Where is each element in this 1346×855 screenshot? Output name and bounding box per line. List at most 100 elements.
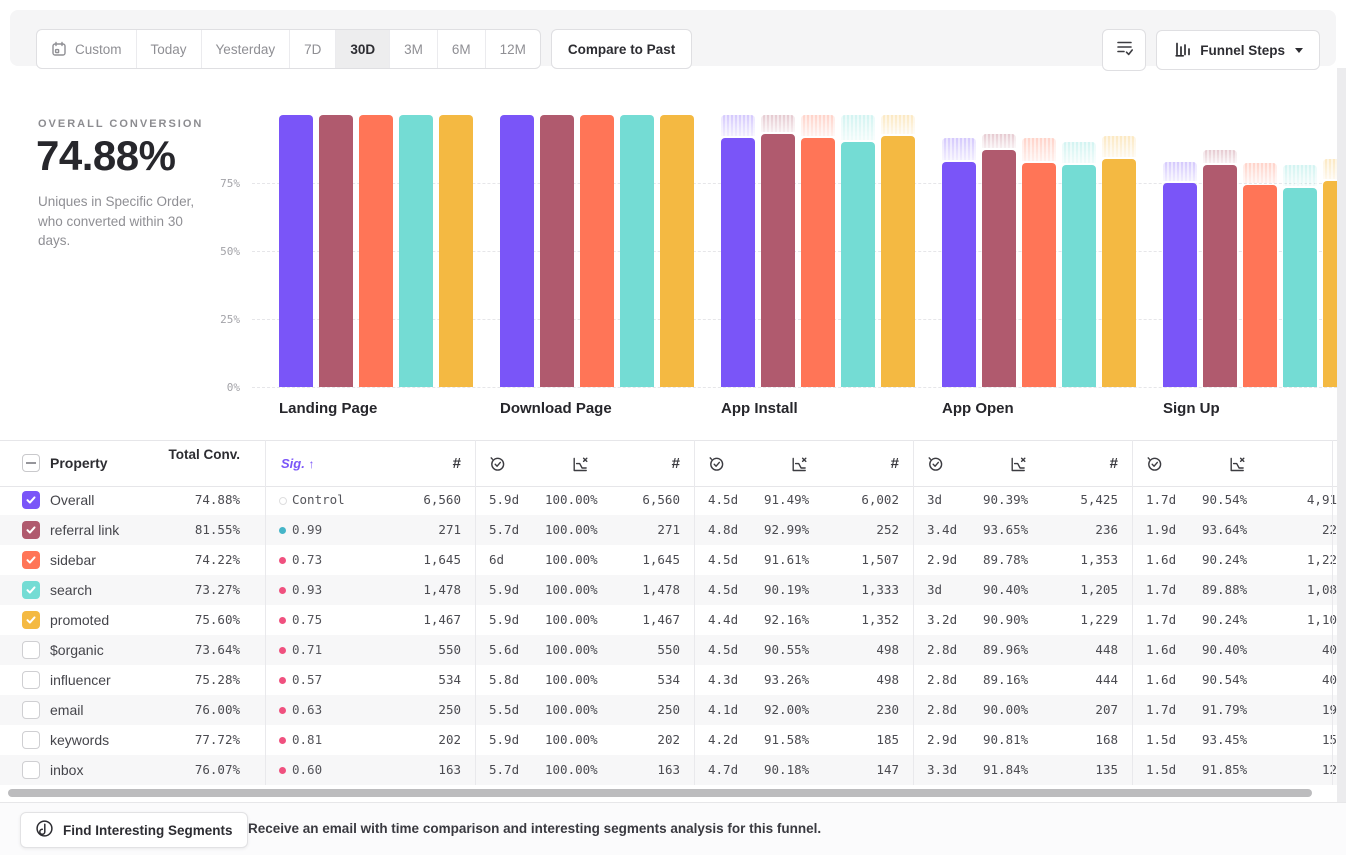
step-count: 163: [340, 755, 461, 785]
step-conversion-rate: 93.26%: [764, 665, 809, 695]
conversion-rate-icon[interactable]: [1009, 455, 1027, 473]
step-time-to-convert: 1.7d: [1146, 695, 1198, 725]
step-conversion-rate: 92.00%: [764, 695, 809, 725]
step-time-to-convert: 1.7d: [1146, 605, 1198, 635]
funnel-bar[interactable]: [1243, 185, 1277, 387]
step-count: 147: [809, 755, 899, 785]
funnel-bar[interactable]: [721, 138, 755, 387]
step-time-to-convert: 1.5d: [1146, 755, 1198, 785]
funnel-bar[interactable]: [1283, 188, 1317, 387]
time-to-convert-icon[interactable]: [489, 455, 506, 472]
funnel-bar[interactable]: [1102, 159, 1136, 387]
total-conversion-column-header[interactable]: Total Conv.: [160, 447, 240, 464]
funnel-bar[interactable]: [982, 150, 1016, 387]
funnel-bar[interactable]: [359, 115, 393, 387]
property-name: $organic: [50, 635, 104, 665]
step-count: 135: [1028, 755, 1118, 785]
step-time-to-convert: 1.6d: [1146, 665, 1198, 695]
funnel-step-label: Download Page: [500, 400, 612, 417]
step-time-to-convert: 3.4d: [927, 515, 979, 545]
significance-value: 0.81: [292, 725, 322, 755]
funnel-bar[interactable]: [319, 115, 353, 387]
row-checkbox[interactable]: [22, 491, 40, 509]
funnel-bar-dropoff-ghost: [1062, 142, 1096, 164]
table-row: email76.00%0.632505.5d100.00%2504.1d92.0…: [0, 695, 1346, 725]
funnel-bar[interactable]: [1022, 163, 1056, 387]
step-count: 19: [1247, 695, 1337, 725]
step-time-to-convert: 1.7d: [1146, 575, 1198, 605]
step-time-to-convert: 4.3d: [708, 665, 760, 695]
step-count: 1,353: [1028, 545, 1118, 575]
find-interesting-segments-button[interactable]: Find Interesting Segments: [20, 812, 248, 848]
step-time-to-convert: 5.9d: [489, 725, 541, 755]
time-to-convert-icon[interactable]: [927, 455, 944, 472]
step-count: 1,467: [590, 605, 680, 635]
total-conversion-value: 77.72%: [160, 725, 240, 755]
count-column-header[interactable]: #: [1028, 441, 1118, 486]
select-all-checkbox[interactable]: [22, 454, 40, 472]
count-column-header[interactable]: #: [365, 441, 461, 486]
row-checkbox[interactable]: [22, 641, 40, 659]
row-checkbox[interactable]: [22, 551, 40, 569]
funnel-bar[interactable]: [801, 138, 835, 387]
row-checkbox[interactable]: [22, 701, 40, 719]
significance-dot: [279, 617, 286, 624]
conversion-rate-icon[interactable]: [790, 455, 808, 473]
funnel-bar[interactable]: [841, 142, 875, 387]
conversion-rate-icon[interactable]: [1228, 455, 1246, 473]
step-count: 1,22: [1247, 545, 1337, 575]
funnel-bar[interactable]: [540, 115, 574, 387]
funnel-bar-dropoff-ghost: [1102, 136, 1136, 157]
step-conversion-rate: 93.65%: [983, 515, 1028, 545]
step-column-header-group: #: [694, 441, 913, 486]
step-count: 1,645: [590, 545, 680, 575]
funnel-bar-dropoff-ghost: [1243, 163, 1277, 183]
time-to-convert-icon[interactable]: [708, 455, 725, 472]
time-to-convert-icon[interactable]: [1146, 455, 1163, 472]
funnel-bar[interactable]: [439, 115, 473, 387]
horizontal-scrollbar-thumb[interactable]: [8, 789, 1312, 797]
property-column-header[interactable]: Property: [50, 441, 108, 486]
step-time-to-convert: 2.9d: [927, 545, 979, 575]
column-group-separator: [1132, 440, 1133, 785]
step-time-to-convert: 4.8d: [708, 515, 760, 545]
step-count: 40: [1247, 635, 1337, 665]
step-column-header-group: Sig. ↑ #: [265, 441, 475, 486]
right-gutter: [1337, 68, 1346, 802]
step-time-to-convert: 5.9d: [489, 485, 541, 515]
funnel-bar[interactable]: [279, 115, 313, 387]
funnel-bar[interactable]: [660, 115, 694, 387]
footer-bar: Find Interesting Segments Receive an ema…: [0, 802, 1346, 855]
row-checkbox[interactable]: [22, 611, 40, 629]
count-column-header[interactable]: #: [590, 441, 680, 486]
significance-column-header[interactable]: Sig. ↑: [281, 441, 314, 486]
funnel-bar[interactable]: [500, 115, 534, 387]
funnel-bar[interactable]: [881, 136, 915, 387]
row-checkbox[interactable]: [22, 731, 40, 749]
count-column-header[interactable]: #: [809, 441, 899, 486]
significance-value: Control: [292, 485, 345, 515]
significance-value: 0.71: [292, 635, 322, 665]
step-time-to-convert: 4.5d: [708, 635, 760, 665]
row-checkbox[interactable]: [22, 521, 40, 539]
funnel-bar[interactable]: [580, 115, 614, 387]
funnel-bar[interactable]: [761, 134, 795, 387]
funnel-bar[interactable]: [620, 115, 654, 387]
step-time-to-convert: 4.7d: [708, 755, 760, 785]
row-checkbox[interactable]: [22, 671, 40, 689]
step-count: 1,205: [1028, 575, 1118, 605]
funnel-bar[interactable]: [942, 162, 976, 387]
table-row: promoted75.60%0.751,4675.9d100.00%1,4674…: [0, 605, 1346, 635]
row-checkbox[interactable]: [22, 761, 40, 779]
row-checkbox[interactable]: [22, 581, 40, 599]
funnel-bar[interactable]: [1163, 183, 1197, 387]
table-row: sidebar74.22%0.731,6456d100.00%1,6454.5d…: [0, 545, 1346, 575]
conversion-rate-icon[interactable]: [571, 455, 589, 473]
funnel-step-label: Landing Page: [279, 400, 377, 417]
step-count: 22: [1247, 515, 1337, 545]
funnel-bar[interactable]: [399, 115, 433, 387]
step-count: 250: [590, 695, 680, 725]
funnel-bar[interactable]: [1062, 165, 1096, 387]
step-count: 271: [340, 515, 461, 545]
funnel-bar[interactable]: [1203, 165, 1237, 387]
